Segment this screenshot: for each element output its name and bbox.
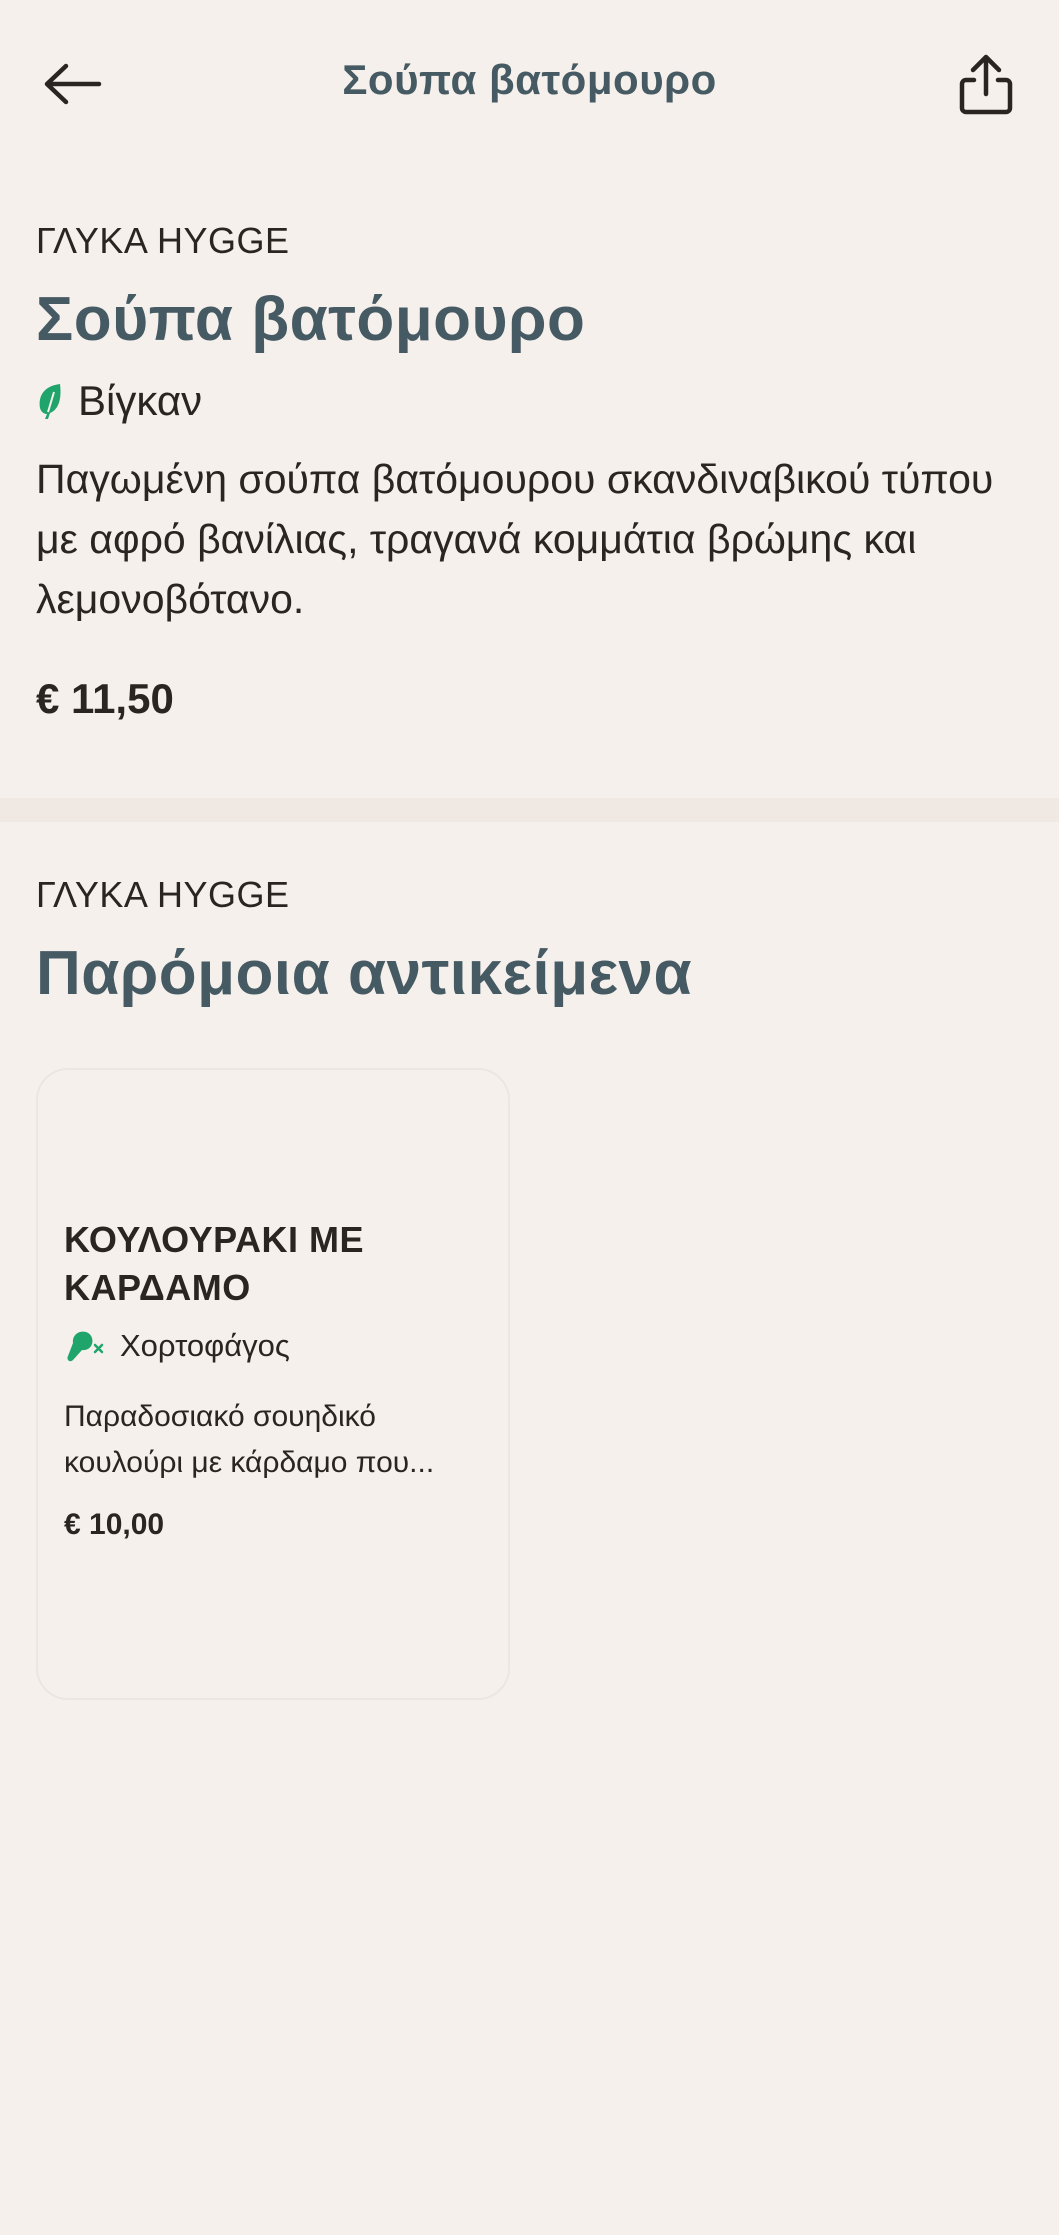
similar-category: ΓΛΥΚΑ HYGGE	[36, 874, 290, 915]
card-description: Παραδοσιακό σουηδικό κουλούρι με κάρδαμο…	[64, 1394, 484, 1486]
card-description-line1: Παραδοσιακό σουηδικό	[64, 1400, 376, 1433]
diet-label: Βίγκαν	[78, 377, 203, 424]
arrow-left-icon	[44, 63, 102, 105]
share-icon	[959, 54, 1013, 115]
vegetarian-icon	[67, 1331, 104, 1362]
header-title: Σούπα βατόμουρο	[342, 56, 717, 103]
similar-item-card[interactable]: ΚΟΥΛΟΥΡΑΚΙ ΜΕ ΚΑΡΔΑΜΟ Χορτοφάγος Παραδοσ…	[36, 1068, 510, 1700]
product-title: Σούπα βατόμουρο	[36, 285, 586, 354]
product-description: Παγωμένη σούπα βατόμουρου σκανδιναβικού …	[36, 456, 994, 622]
card-diet-label: Χορτοφάγος	[120, 1328, 290, 1363]
leaf-icon	[39, 384, 61, 419]
share-button[interactable]	[950, 48, 1022, 120]
card-price: € 10,00	[64, 1508, 165, 1541]
diet-badge: Βίγκαν	[36, 377, 1026, 425]
card-diet-badge: Χορτοφάγος	[64, 1328, 484, 1364]
product-category: ΓΛΥΚΑ HYGGE	[36, 220, 290, 261]
similar-title: Παρόμοια αντικείμενα	[36, 939, 693, 1008]
back-button[interactable]	[36, 52, 108, 116]
card-title: ΚΟΥΛΟΥΡΑΚΙ ΜΕ ΚΑΡΔΑΜΟ	[64, 1219, 364, 1308]
product-details: ΓΛΥΚΑ HYGGE Σούπα βατόμουρο Βίγκαν Παγωμ…	[36, 220, 1026, 723]
card-description-line2: κουλούρι με κάρδαμο που...	[64, 1446, 435, 1479]
similar-items-section: ΓΛΥΚΑ HYGGE Παρόμοια αντικείμενα	[36, 874, 1026, 1009]
top-bar: Σούπα βατόμουρο	[0, 0, 1059, 170]
section-divider	[0, 798, 1059, 822]
product-price: € 11,50	[36, 675, 174, 722]
